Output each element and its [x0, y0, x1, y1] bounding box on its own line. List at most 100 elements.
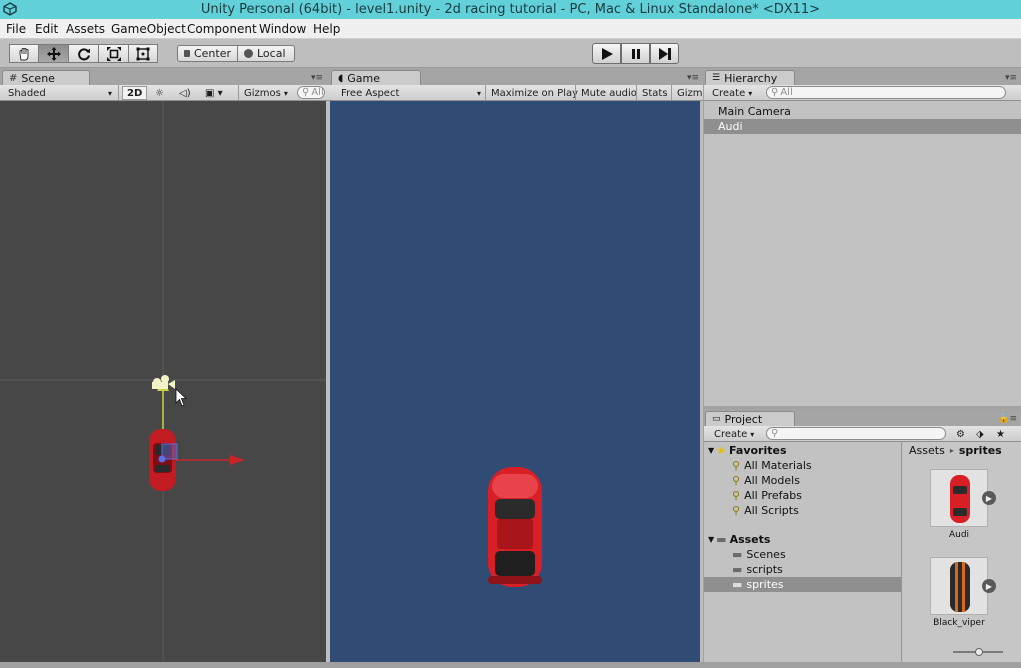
space-local-toggle[interactable]: Local [237, 45, 295, 62]
favorite-item-all-scripts[interactable]: ⚲ All Scripts [704, 503, 901, 518]
menu-window[interactable]: Window [259, 22, 306, 36]
effects-dropdown[interactable]: ▣ ▾ [201, 86, 227, 100]
stats-toggle[interactable]: Stats [638, 86, 672, 100]
game-tab-label: Game [347, 71, 381, 85]
game-viewport[interactable] [330, 101, 700, 662]
favorite-item-all-prefabs[interactable]: ⚲ All Prefabs [704, 488, 901, 503]
tab-project[interactable]: ▭ Project [705, 411, 795, 426]
assets-header[interactable]: ▼ ▬ Assets [704, 532, 901, 547]
scene-viewport[interactable] [0, 101, 326, 662]
maximize-on-play-toggle[interactable]: Maximize on Play [487, 86, 582, 100]
filter-by-label-button[interactable]: ⬗ [972, 427, 988, 441]
expand-sprite-icon[interactable]: ▶ [982, 491, 996, 505]
shading-dropdown[interactable]: Shaded ▾ [4, 86, 116, 100]
black-car-thumb-icon [950, 562, 970, 612]
dropdown-arrow-icon: ▾ [476, 88, 481, 98]
panel-menu-icon[interactable]: ▾≡ [1005, 73, 1017, 83]
menu-file[interactable]: File [6, 22, 26, 36]
filter-by-type-button[interactable]: ⚙ [952, 427, 969, 441]
hierarchy-toolbar: Create ▾ ⚲ All [704, 85, 1021, 101]
tab-hierarchy[interactable]: ☰ Hierarchy [705, 70, 795, 85]
project-search-input[interactable]: ⚲ [766, 427, 946, 440]
menu-help[interactable]: Help [313, 22, 340, 36]
game-tabstrip: ◖ Game ▾≡ [327, 68, 703, 85]
breadcrumb-leaf[interactable]: sprites [959, 444, 1002, 457]
scale-tool-button[interactable] [98, 44, 129, 63]
2d-label: 2D [127, 87, 143, 99]
2d-mode-toggle[interactable]: 2D [122, 86, 148, 100]
hand-tool-button[interactable] [9, 44, 39, 63]
hierarchy-create-dropdown[interactable]: Create ▾ [708, 86, 756, 100]
filter-type-icon: ⚙ [956, 428, 965, 440]
hierarchy-item-main-camera[interactable]: Main Camera [704, 104, 1021, 119]
aspect-dropdown[interactable]: Free Aspect ▾ [337, 86, 485, 100]
expand-arrow-icon: ▼ [708, 446, 715, 455]
hierarchy-tab-label: Hierarchy [724, 71, 778, 85]
step-icon [658, 47, 671, 60]
folder-icon: ▬ [732, 578, 743, 591]
step-button[interactable] [650, 43, 679, 64]
scene-search-input[interactable]: ⚲ All [297, 86, 325, 99]
mute-audio-toggle[interactable]: Mute audio [577, 86, 641, 100]
pause-button[interactable] [621, 43, 650, 64]
project-create-dropdown[interactable]: Create ▾ [710, 427, 758, 441]
gizmos-label: Gizmos [244, 87, 281, 99]
play-button[interactable] [592, 43, 621, 64]
gizmos-dropdown[interactable]: Gizmos ▾ [240, 86, 292, 100]
favorite-item-label: All Materials [744, 459, 812, 472]
pacman-icon: ◖ [338, 72, 344, 84]
lighting-toggle[interactable]: ☼ [151, 86, 168, 100]
tag-icon: ⬗ [976, 428, 984, 440]
project-toolbar: Create ▾ ⚲ ⚙ ⬗ ★ [704, 426, 1021, 442]
red-car-thumb-icon [950, 475, 970, 523]
mute-label: Mute audio [581, 87, 637, 99]
asset-item-black-viper[interactable]: ▶ Black_viper [903, 552, 1013, 632]
tab-game[interactable]: ◖ Game [331, 70, 421, 85]
menu-edit[interactable]: Edit [35, 22, 58, 36]
stats-label: Stats [642, 87, 668, 99]
folder-item-label: sprites [746, 578, 784, 591]
hierarchy-search-input[interactable]: ⚲ All [766, 86, 1006, 99]
breadcrumb-root[interactable]: Assets [909, 444, 945, 457]
rect-tool-button[interactable] [128, 44, 158, 63]
game-panel: ◖ Game ▾≡ Free Aspect ▾ Maximize on Play… [327, 68, 703, 662]
folder-item-scripts[interactable]: ▬ scripts [704, 562, 901, 577]
favorite-item-label: All Scripts [744, 504, 799, 517]
menu-component[interactable]: Component [187, 22, 257, 36]
favorite-item-all-models[interactable]: ⚲ All Models [704, 473, 901, 488]
breadcrumb-separator-icon: ▸ [949, 446, 954, 455]
scene-panel: # Scene ▾≡ Shaded ▾ 2D ☼ ◁) ▣ ▾ Gizmos ▾… [0, 68, 327, 662]
menu-assets[interactable]: Assets [66, 22, 105, 36]
pivot-handle [158, 455, 166, 463]
folder-item-scenes[interactable]: ▬ Scenes [704, 547, 901, 562]
panel-menu-icon[interactable]: ▾≡ [687, 73, 699, 83]
play-icon [601, 47, 613, 60]
hierarchy-search-placeholder: All [780, 87, 793, 98]
favorite-button[interactable]: ★ [992, 427, 1009, 441]
hierarchy-item-audi[interactable]: Audi [704, 119, 1021, 134]
thumbnail-size-slider[interactable] [953, 648, 1003, 656]
favorite-item-all-materials[interactable]: ⚲ All Materials [704, 458, 901, 473]
shading-label: Shaded [8, 87, 46, 99]
pause-icon [631, 48, 640, 59]
folder-icon: ▭ [712, 414, 721, 424]
favorites-header[interactable]: ▼ ★ Favorites [704, 443, 901, 458]
slider-handle[interactable] [975, 648, 983, 656]
maximize-label: Maximize on Play [491, 87, 579, 99]
panel-menu-icon[interactable]: ▾≡ [311, 73, 323, 83]
hierarchy-panel: ☰ Hierarchy ▾≡ Create ▾ ⚲ All Main Camera… [704, 68, 1021, 406]
lock-icon[interactable]: 🔒≡ [998, 414, 1017, 424]
audio-toggle[interactable]: ◁) [175, 86, 195, 100]
game-gizmos-toggle[interactable]: Gizm [673, 86, 707, 100]
asset-item-audi[interactable]: ▶ Audi [903, 464, 1013, 544]
status-bar [0, 662, 1021, 668]
menu-gameobject[interactable]: GameObject [111, 22, 186, 36]
rotate-tool-button[interactable] [68, 44, 99, 63]
folder-item-sprites[interactable]: ▬ sprites [704, 577, 901, 592]
aspect-label: Free Aspect [341, 87, 400, 99]
move-tool-button[interactable] [38, 44, 69, 63]
pivot-center-toggle[interactable]: Center [177, 45, 238, 62]
expand-sprite-icon[interactable]: ▶ [982, 579, 996, 593]
tab-scene[interactable]: # Scene [2, 70, 90, 85]
hierarchy-item-label: Main Camera [718, 105, 791, 118]
